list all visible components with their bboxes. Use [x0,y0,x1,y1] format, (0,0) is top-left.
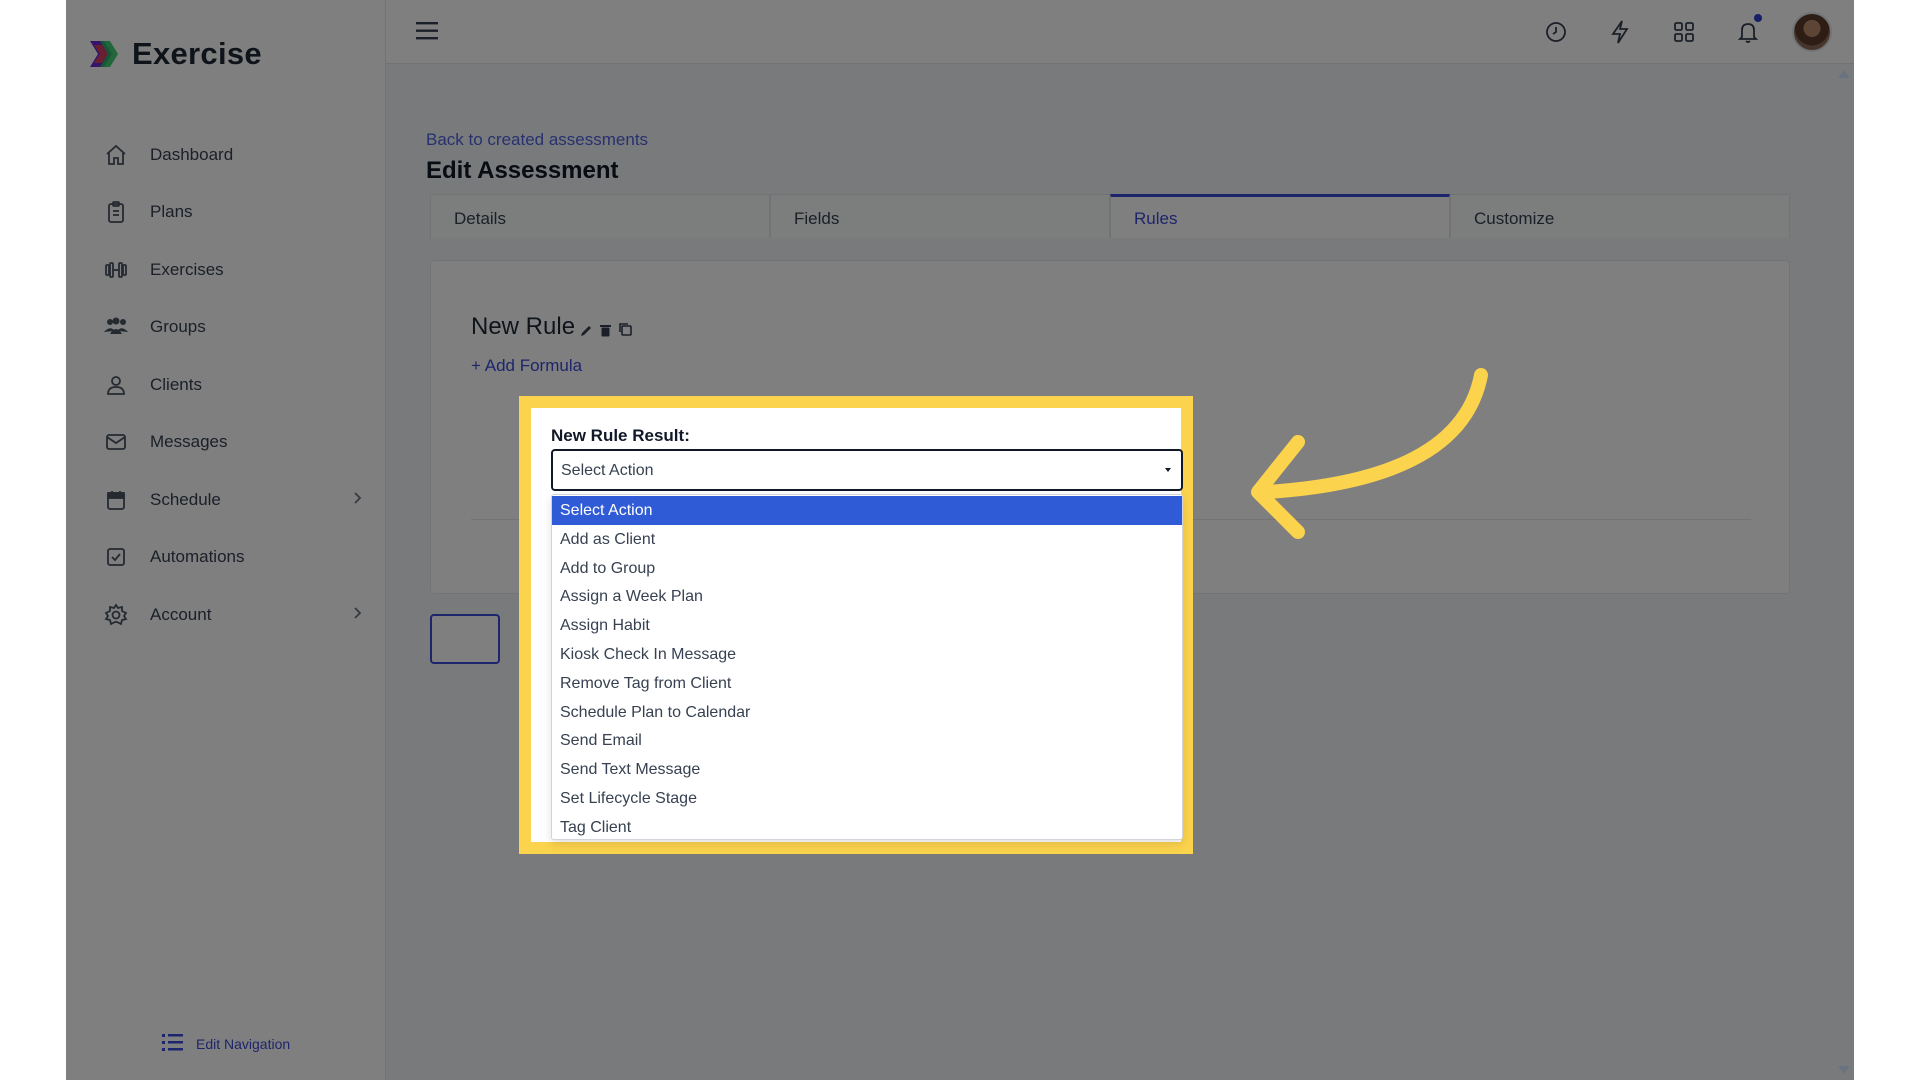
dropdown-option[interactable]: Set Lifecycle Stage [552,784,1182,813]
dropdown-option[interactable]: Send Email [552,726,1182,755]
dropdown-option[interactable]: Tag Client [552,813,1182,842]
dropdown-option[interactable]: Add as Client [552,525,1182,554]
app-window: Exercise Dashboard Plans Exercises [66,0,1854,1080]
caret-down-icon [1165,468,1171,472]
dropdown-option[interactable]: Schedule Plan to Calendar [552,698,1182,727]
rule-result-label: New Rule Result: [551,426,690,445]
dropdown-option[interactable]: Select Action [552,496,1182,525]
dropdown-option[interactable]: Assign a Week Plan [552,582,1182,611]
scroll-down-icon[interactable] [1838,1066,1850,1074]
pointer-arrow-icon [1251,368,1488,539]
scroll-up-icon[interactable] [1838,70,1850,78]
dropdown-option[interactable]: Assign Habit [552,611,1182,640]
dropdown-option[interactable]: Send Text Message [552,755,1182,784]
dropdown-option[interactable]: Remove Tag from Client [552,669,1182,698]
action-select[interactable]: Select Action [551,449,1183,491]
highlight-box: New Rule Result: Select Action Select Ac… [519,396,1193,854]
dropdown-option[interactable]: Add to Group [552,554,1182,583]
action-select-value: Select Action [561,462,654,479]
action-dropdown-list: Select Action Add as Client Add to Group… [551,494,1183,840]
dropdown-option[interactable]: Kiosk Check In Message [552,640,1182,669]
